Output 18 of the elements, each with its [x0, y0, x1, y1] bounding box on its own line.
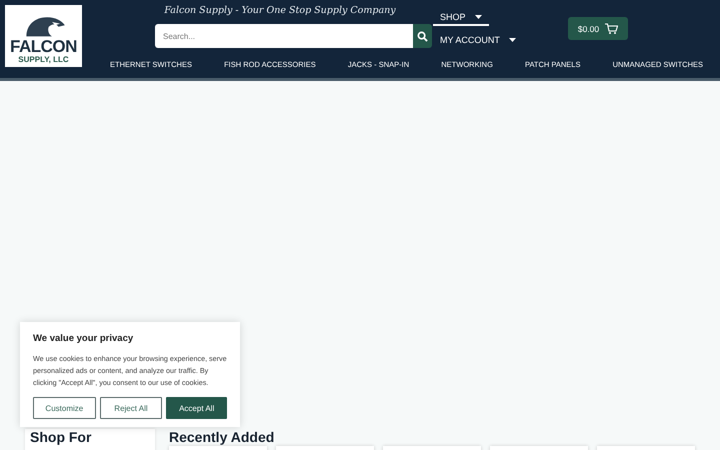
sidebar-title: Shop For [29, 429, 92, 446]
caret-icon [508, 38, 516, 42]
logo-subtitle: SUPPLY, LLC [18, 55, 69, 64]
dialog-title: We value your privacy [33, 333, 134, 344]
cookie-button[interactable]: Reject All [100, 397, 162, 419]
search-button[interactable] [412, 24, 432, 48]
logo-name: FALCON [10, 38, 77, 55]
cart-button[interactable]: $0.00 [568, 17, 628, 40]
search-icon [416, 30, 428, 42]
caret-icon [474, 15, 482, 19]
menu-item[interactable]: MY ACCOUNT [430, 33, 526, 47]
cookie-button[interactable]: Accept All [166, 397, 228, 419]
logo[interactable]: FALCON SUPPLY, LLC [5, 5, 82, 67]
cart-icon [605, 23, 618, 34]
section-title: Recently Added [169, 429, 276, 446]
menu-item[interactable]: SHOP [430, 10, 492, 24]
cookie-button[interactable]: Customize [33, 397, 96, 419]
search-field[interactable]: Search... [155, 24, 413, 48]
